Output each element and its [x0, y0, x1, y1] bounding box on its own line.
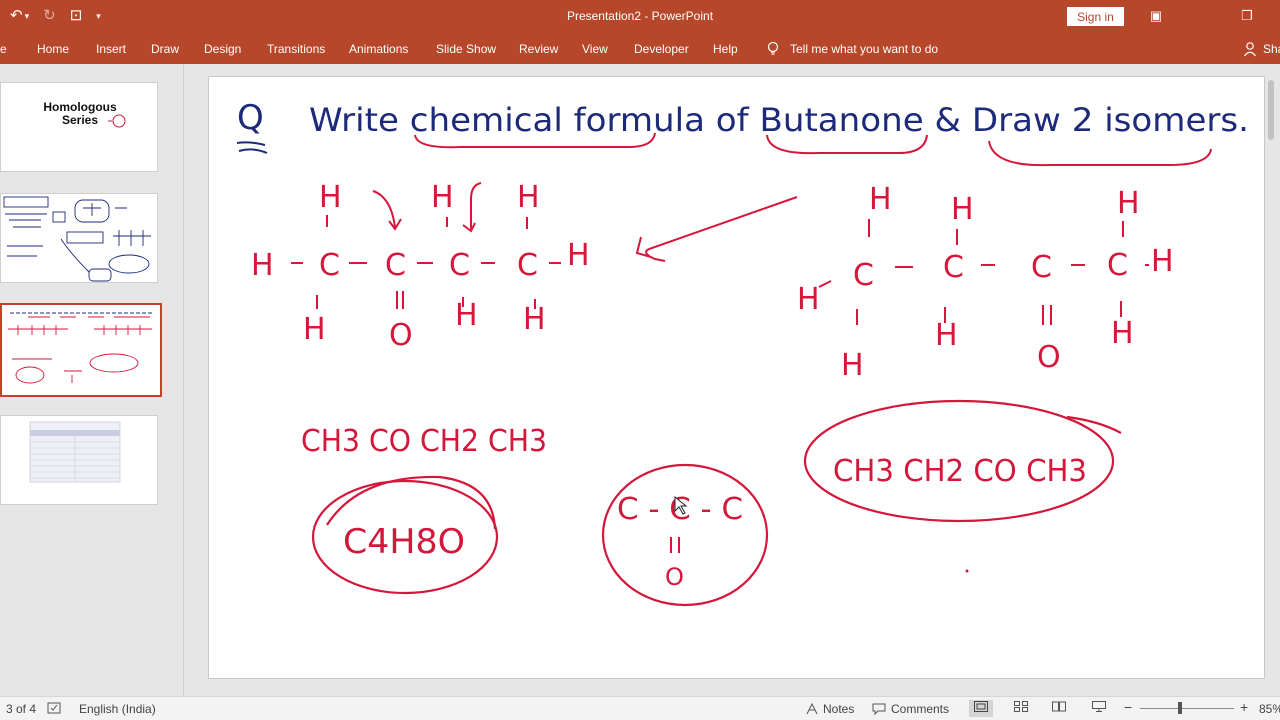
sign-in-button[interactable]: Sign in: [1067, 7, 1124, 26]
normal-view-icon[interactable]: [969, 700, 993, 717]
tab-file[interactable]: e: [0, 42, 7, 56]
tell-me-placeholder: Tell me what you want to do: [790, 42, 939, 56]
scrollbar-thumb[interactable]: [1268, 80, 1274, 140]
svg-text:C: C: [943, 250, 964, 285]
tab-transitions[interactable]: Transitions: [267, 42, 325, 56]
person-icon: [1244, 42, 1256, 57]
svg-text:H: H: [797, 282, 820, 317]
svg-text:C: C: [319, 248, 340, 283]
ribbon-tabs: e Home Insert Draw Design Transitions An…: [0, 34, 1280, 64]
tab-help[interactable]: Help: [713, 42, 738, 56]
tab-view[interactable]: View: [582, 42, 608, 56]
svg-text:H: H: [1117, 186, 1140, 221]
tab-animations[interactable]: Animations: [349, 42, 408, 56]
slide-editor: Q Write chemical formula of Butanone & D…: [185, 64, 1280, 696]
svg-text:H: H: [841, 348, 864, 383]
handwriting-layer: Q Write chemical formula of Butanone & D…: [236, 98, 1249, 607]
slide-thumbnail-3[interactable]: [0, 303, 162, 397]
share-label: Sha: [1263, 42, 1280, 56]
formula-skeleton-o: O: [665, 563, 684, 591]
thumb1-title-line2: Series: [62, 113, 98, 127]
zoom-slider[interactable]: [1140, 708, 1234, 709]
slide3-sketch: [8, 312, 152, 384]
accessibility-check-icon[interactable]: [47, 702, 61, 714]
formula-molecular: C4H8O: [343, 522, 465, 562]
question-heading: Write chemical formula of Butanone & Dra…: [309, 101, 1249, 139]
svg-text:H: H: [517, 180, 540, 215]
slide-show-icon[interactable]: [1087, 700, 1111, 717]
slide-thumbnail-2[interactable]: [0, 193, 158, 283]
zoom-out-button[interactable]: −: [1124, 699, 1132, 715]
ribbon-display-options-icon[interactable]: ▣: [1146, 6, 1166, 26]
comment-icon: [872, 703, 886, 715]
slide-thumbnail-4[interactable]: [0, 415, 158, 505]
svg-text:H: H: [455, 298, 478, 333]
structure-2: H H H H C C C C H H H H O: [797, 182, 1174, 383]
share-button[interactable]: Sha: [1243, 41, 1280, 57]
slide-counter: 3 of 4: [6, 702, 37, 716]
reading-view-icon[interactable]: [1047, 700, 1071, 717]
slide2-sketch: [3, 196, 151, 282]
svg-text:H: H: [1111, 316, 1134, 351]
svg-text:H: H: [935, 318, 958, 353]
slide4-table-sketch: [29, 421, 121, 483]
svg-text:H: H: [303, 312, 326, 347]
svg-text:H: H: [251, 248, 274, 283]
zoom-slider-handle[interactable]: [1178, 702, 1182, 714]
svg-text:C: C: [1107, 248, 1128, 283]
notes-icon: [806, 703, 818, 715]
current-slide[interactable]: Q Write chemical formula of Butanone & D…: [208, 76, 1265, 679]
language-indicator[interactable]: English (India): [79, 702, 156, 716]
formula-isomer: CH3 CH2 CO CH3: [833, 454, 1087, 489]
tell-me-box[interactable]: Tell me what you want to do: [766, 41, 938, 57]
comments-button[interactable]: Comments: [872, 702, 949, 716]
lightbulb-icon: [767, 41, 779, 55]
svg-text:O: O: [389, 318, 413, 353]
notes-button[interactable]: Notes: [806, 702, 854, 716]
formula-condensed: CH3 CO CH2 CH3: [301, 424, 547, 459]
restore-window-icon[interactable]: ❐: [1237, 6, 1257, 26]
tab-slide-show[interactable]: Slide Show: [436, 42, 496, 56]
svg-text:O: O: [1037, 340, 1061, 375]
slide-sorter-icon[interactable]: [1009, 700, 1033, 717]
svg-text:C: C: [853, 258, 874, 293]
arrow-to-carbonyl: [372, 190, 402, 231]
slide-thumbnail-1[interactable]: Homologous Series: [0, 82, 158, 172]
question-mark-q: Q: [237, 98, 264, 138]
tab-developer[interactable]: Developer: [634, 42, 689, 56]
underline-isomers: [988, 140, 1212, 167]
svg-text:C: C: [385, 248, 406, 283]
svg-text:H: H: [869, 182, 892, 217]
zoom-in-button[interactable]: +: [1240, 699, 1248, 715]
structure-1: H H H H C C C C H H H H O: [251, 180, 590, 353]
svg-text:H: H: [951, 192, 974, 227]
zoom-level[interactable]: 85%: [1259, 702, 1280, 716]
svg-text:H: H: [567, 238, 590, 273]
svg-text:H: H: [431, 180, 454, 215]
title-bar: ↶ ▾ ↻ ⊡ ▾ Presentation2 - PowerPoint Sig…: [0, 0, 1280, 34]
slide-thumbnails-pane: Homologous Series: [0, 64, 184, 696]
notes-label: Notes: [823, 702, 855, 716]
thumb1-title-line1: Homologous: [43, 100, 117, 114]
tab-insert[interactable]: Insert: [96, 42, 126, 56]
svg-text:H: H: [1151, 244, 1174, 279]
svg-text:C: C: [517, 248, 538, 283]
tab-draw[interactable]: Draw: [151, 42, 179, 56]
comments-label: Comments: [891, 702, 950, 716]
arrow-between-structures: [635, 196, 798, 262]
svg-text:H: H: [319, 180, 342, 215]
tab-design[interactable]: Design: [204, 42, 241, 56]
vertical-scrollbar[interactable]: [1268, 70, 1276, 690]
tab-home[interactable]: Home: [37, 42, 69, 56]
status-bar: 3 of 4 English (India) Notes Comments − …: [0, 696, 1280, 720]
svg-text:C: C: [1031, 250, 1052, 285]
svg-text:C: C: [449, 248, 470, 283]
tab-review[interactable]: Review: [519, 42, 558, 56]
